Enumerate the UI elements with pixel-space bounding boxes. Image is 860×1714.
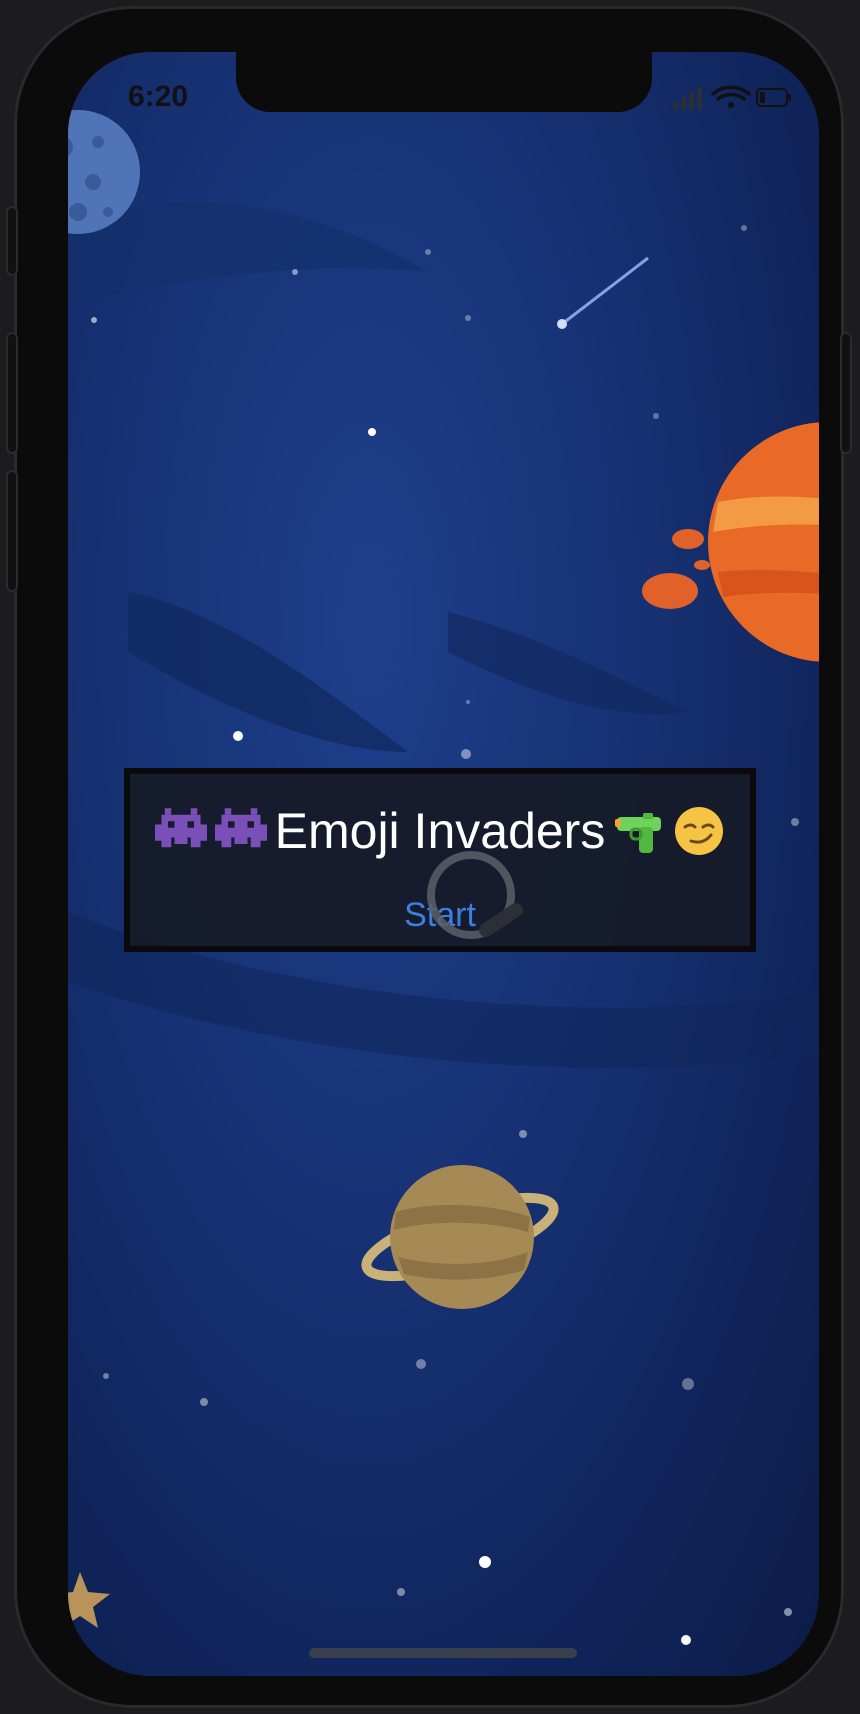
helmet-ring-icon — [427, 851, 523, 939]
smirking-face-icon — [675, 807, 724, 855]
wifi-icon — [711, 85, 751, 108]
alien-monster-icon — [214, 808, 267, 848]
orange-planet-icon — [642, 422, 819, 662]
volume-up-button — [6, 332, 18, 454]
battery-icon — [756, 88, 791, 107]
power-button — [840, 332, 852, 454]
status-time: 6:20 — [128, 80, 189, 113]
phone-frame: 6:20 Emoji Invaders Start — [6, 6, 852, 1708]
ringed-planet-icon — [361, 1165, 559, 1309]
status-icons — [673, 85, 791, 110]
alien-monster-icon — [154, 808, 207, 848]
cellular-signal-icon — [673, 87, 702, 110]
game-screen[interactable]: 6:20 Emoji Invaders Start — [68, 52, 819, 1676]
device-notch — [236, 52, 652, 112]
home-indicator[interactable] — [309, 1648, 577, 1658]
volume-down-button — [6, 470, 18, 592]
water-pistol-icon — [615, 813, 662, 853]
silent-switch — [6, 206, 18, 276]
